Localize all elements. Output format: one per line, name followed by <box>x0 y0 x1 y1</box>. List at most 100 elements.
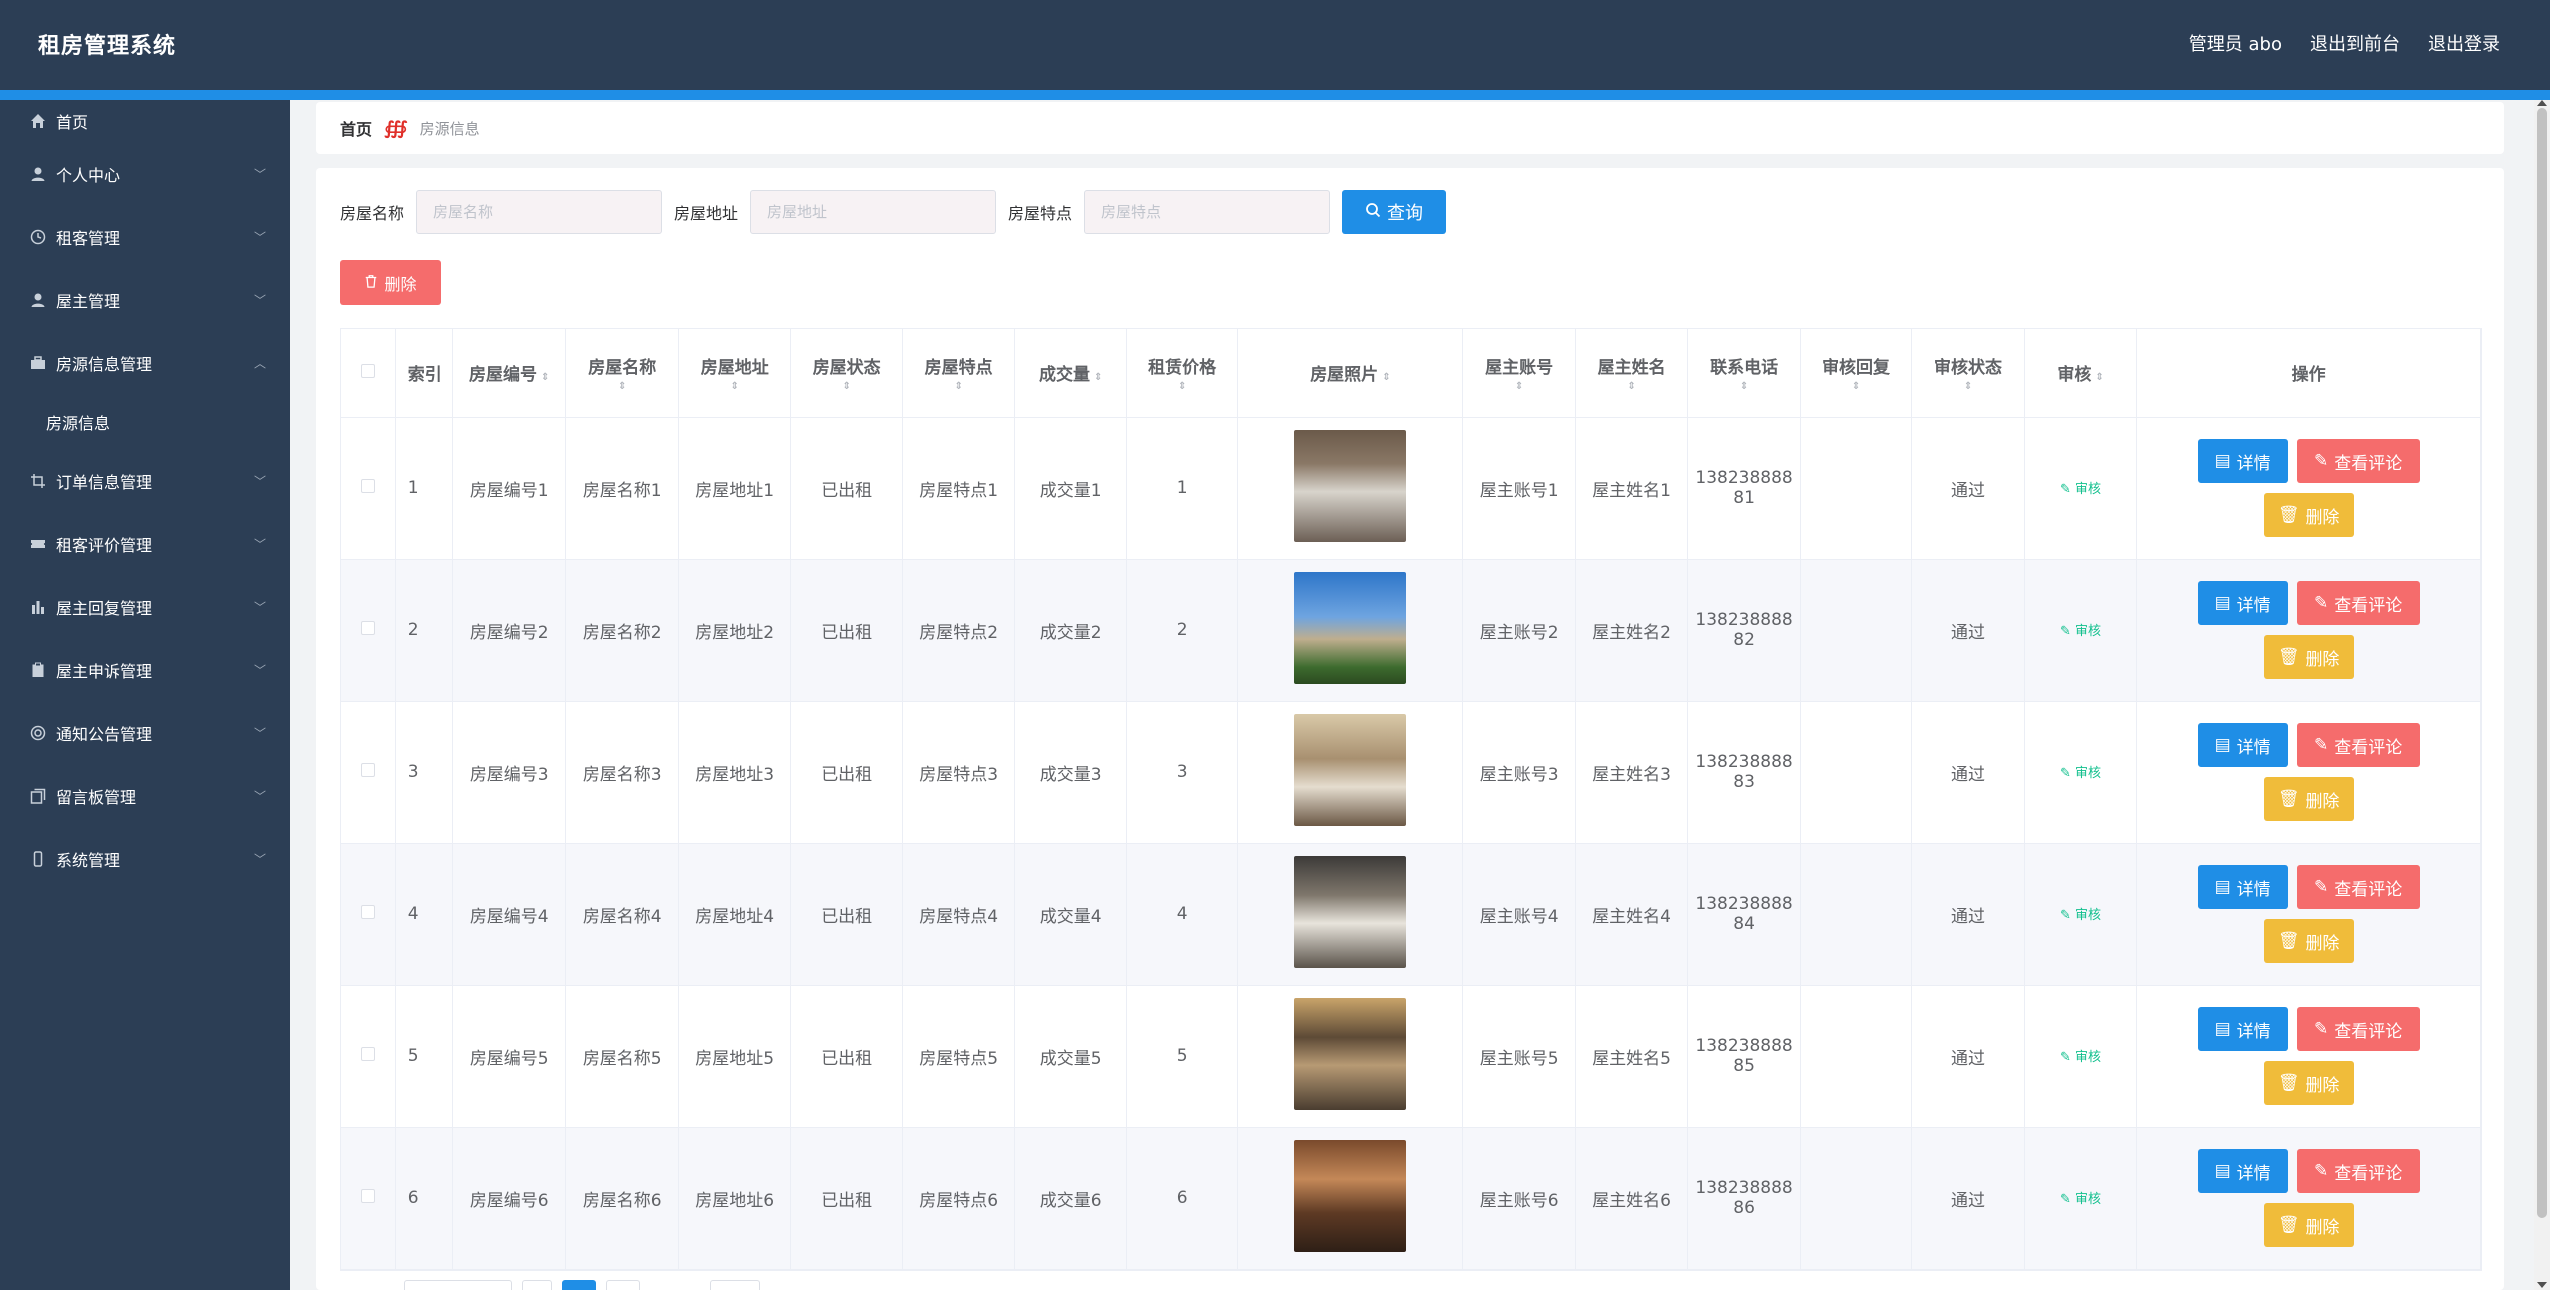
back-to-front-link[interactable]: 退出到前台 <box>2310 30 2400 56</box>
sidebar-item-listings[interactable]: 房源信息管理 ︿ <box>0 331 290 394</box>
sort-icon[interactable]: ⇕ <box>1382 372 1390 383</box>
sidebar-subitem-listing-info[interactable]: 房源信息 <box>0 394 290 449</box>
page-scrollbar[interactable] <box>2534 100 2550 1290</box>
delete-button[interactable]: 🗑 删除 <box>2263 777 2354 821</box>
sort-icon[interactable]: ⇕ <box>1805 382 1907 392</box>
detail-button[interactable]: ▤ 详情 <box>2197 439 2288 483</box>
admin-label[interactable]: 管理员 abo <box>2189 30 2282 56</box>
sort-icon[interactable]: ⇕ <box>1692 382 1795 392</box>
row-checkbox[interactable] <box>360 621 375 635</box>
audit-link[interactable]: ✎ 审核 <box>2060 1050 2101 1065</box>
scroll-up-icon[interactable] <box>2537 100 2547 106</box>
audit-link[interactable]: ✎ 审核 <box>2060 1192 2101 1207</box>
sort-icon[interactable]: ⇕ <box>795 382 897 392</box>
column-header-phone[interactable]: 联系电话 ⇕ <box>1687 329 1801 418</box>
sidebar-item-message-board[interactable]: 留言板管理 ﹀ <box>0 764 290 827</box>
delete-button[interactable]: 🗑 删除 <box>2263 493 2354 537</box>
sidebar-item-owner-appeals[interactable]: 屋主申诉管理 ﹀ <box>0 638 290 701</box>
column-header-audit-reply[interactable]: 审核回复 ⇕ <box>1800 329 1913 418</box>
sort-icon[interactable]: ⇕ <box>1131 382 1233 392</box>
house-photo[interactable] <box>1294 855 1407 968</box>
delete-button[interactable]: 🗑 删除 <box>2263 635 2354 679</box>
column-header-owner-name[interactable]: 屋主姓名 ⇕ <box>1575 329 1689 418</box>
view-reviews-button[interactable]: ✎ 查看评论 <box>2296 439 2420 483</box>
detail-button[interactable]: ▤ 详情 <box>2197 1149 2288 1193</box>
delete-button[interactable]: 🗑 删除 <box>2263 1203 2354 1247</box>
sidebar-item-label: 订单信息管理 <box>56 472 153 492</box>
house-address-input[interactable] <box>750 190 997 234</box>
view-reviews-button[interactable]: ✎ 查看评论 <box>2296 1149 2420 1193</box>
jump-page-input[interactable] <box>710 1280 760 1290</box>
house-feature-input[interactable] <box>1084 190 1331 234</box>
prev-page-button[interactable] <box>522 1280 552 1290</box>
breadcrumb-home[interactable]: 首页 <box>340 116 372 140</box>
table-row: 2 房屋编号2 房屋名称2 房屋地址2 已出租 房屋特点2 成交量2 2 屋主账… <box>341 559 2481 702</box>
sort-icon[interactable]: ⇕ <box>1467 382 1570 392</box>
column-header-photo[interactable]: 房屋照片 ⇕ <box>1237 329 1464 418</box>
house-photo[interactable] <box>1294 571 1407 684</box>
sort-icon[interactable]: ⇕ <box>683 382 786 392</box>
page-size-select[interactable] <box>404 1280 512 1290</box>
sort-icon[interactable]: ⇕ <box>1916 382 2019 392</box>
detail-button[interactable]: ▤ 详情 <box>2197 723 2288 767</box>
audit-link[interactable]: ✎ 审核 <box>2060 482 2101 497</box>
audit-link[interactable]: ✎ 审核 <box>2060 624 2101 639</box>
row-checkbox[interactable] <box>360 1047 375 1061</box>
column-header-address[interactable]: 房屋地址 ⇕ <box>678 329 792 418</box>
view-reviews-button[interactable]: ✎ 查看评论 <box>2296 1007 2420 1051</box>
sidebar-item-tenants[interactable]: 租客管理 ﹀ <box>0 205 290 268</box>
select-all-checkbox[interactable] <box>360 363 375 378</box>
view-reviews-button[interactable]: ✎ 查看评论 <box>2296 581 2420 625</box>
sort-icon[interactable]: ⇕ <box>907 382 1010 392</box>
column-header-price[interactable]: 租赁价格 ⇕ <box>1126 329 1239 418</box>
column-header-deals[interactable]: 成交量 ⇕ <box>1014 329 1127 418</box>
sidebar-item-reviews[interactable]: 租客评价管理 ﹀ <box>0 512 290 575</box>
scroll-down-icon[interactable] <box>2537 1282 2547 1288</box>
column-header-audit-status[interactable]: 审核状态 ⇕ <box>1911 329 2025 418</box>
detail-button[interactable]: ▤ 详情 <box>2197 865 2288 909</box>
sidebar-item-orders[interactable]: 订单信息管理 ﹀ <box>0 449 290 512</box>
row-checkbox[interactable] <box>360 763 375 777</box>
row-checkbox[interactable] <box>360 905 375 919</box>
view-reviews-button[interactable]: ✎ 查看评论 <box>2296 865 2420 909</box>
logout-link[interactable]: 退出登录 <box>2428 30 2500 56</box>
view-reviews-button[interactable]: ✎ 查看评论 <box>2296 723 2420 767</box>
detail-button[interactable]: ▤ 详情 <box>2197 1007 2288 1051</box>
page-button-current[interactable] <box>562 1280 596 1290</box>
delete-button[interactable]: 🗑 删除 <box>2263 919 2354 963</box>
scrollbar-thumb[interactable] <box>2537 108 2547 1218</box>
sidebar-item-home[interactable]: 首页 <box>0 100 290 142</box>
detail-button[interactable]: ▤ 详情 <box>2197 581 2288 625</box>
sidebar-item-owner-replies[interactable]: 屋主回复管理 ﹀ <box>0 575 290 638</box>
house-photo[interactable] <box>1294 1139 1407 1252</box>
sort-icon[interactable]: ⇕ <box>2095 372 2103 383</box>
row-checkbox[interactable] <box>360 479 375 493</box>
column-header-feature[interactable]: 房屋特点 ⇕ <box>902 329 1016 418</box>
column-header-status[interactable]: 房屋状态 ⇕ <box>790 329 903 418</box>
column-header-code[interactable]: 房屋编号 ⇕ <box>452 329 567 418</box>
sort-icon[interactable]: ⇕ <box>1094 372 1102 383</box>
sort-icon[interactable]: ⇕ <box>1580 382 1683 392</box>
sidebar-item-system[interactable]: 系统管理 ﹀ <box>0 827 290 890</box>
sidebar-item-owners[interactable]: 屋主管理 ﹀ <box>0 268 290 331</box>
column-header-name[interactable]: 房屋名称 ⇕ <box>565 329 679 418</box>
audit-link[interactable]: ✎ 审核 <box>2060 908 2101 923</box>
query-button[interactable]: 查询 <box>1342 190 1447 234</box>
house-photo[interactable] <box>1294 997 1407 1110</box>
column-header-audit[interactable]: 审核 ⇕ <box>2024 329 2138 418</box>
batch-delete-button[interactable]: 删除 <box>340 260 441 305</box>
sidebar-item-announcements[interactable]: 通知公告管理 ﹀ <box>0 701 290 764</box>
delete-button[interactable]: 🗑 删除 <box>2263 1061 2354 1105</box>
cell-audit-reply <box>1800 701 1913 844</box>
audit-link[interactable]: ✎ 审核 <box>2060 766 2101 781</box>
sort-icon[interactable]: ⇕ <box>541 372 549 383</box>
column-header-owner-account[interactable]: 屋主账号 ⇕ <box>1462 329 1576 418</box>
row-checkbox[interactable] <box>360 1189 375 1203</box>
house-photo[interactable] <box>1294 713 1407 826</box>
cell-audit: ✎ 审核 <box>2024 1127 2138 1270</box>
sidebar-item-personal[interactable]: 个人中心 ﹀ <box>0 142 290 205</box>
house-name-input[interactable] <box>416 190 663 234</box>
house-photo[interactable] <box>1294 429 1407 542</box>
next-page-button[interactable] <box>606 1280 640 1290</box>
sort-icon[interactable]: ⇕ <box>570 382 673 392</box>
